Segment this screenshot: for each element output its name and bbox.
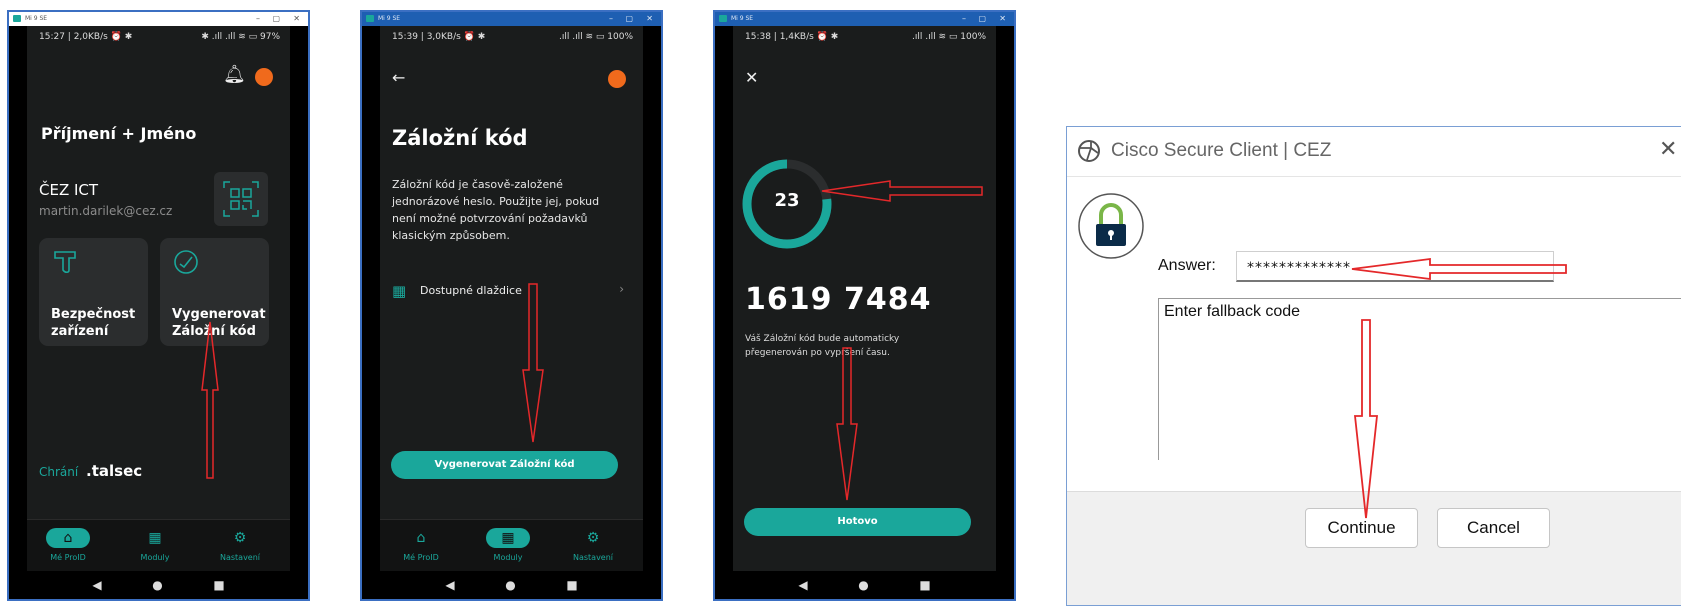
- user-name: Příjmení + Jméno: [41, 124, 197, 143]
- message-box: Enter fallback code: [1158, 298, 1681, 460]
- back-icon[interactable]: ◀: [92, 578, 101, 592]
- status-time: 15:39 | 3,0KB/s ⏰ ✱: [392, 32, 486, 42]
- close-icon[interactable]: ✕: [1659, 137, 1677, 162]
- app-icon: [366, 15, 374, 22]
- modules-icon: ▦: [486, 528, 530, 548]
- phone-screen: 15:38 | 1,4KB/s ⏰ ✱ .ıll .ıll ≋ ▭ 100% ✕…: [733, 26, 996, 599]
- phone-window-1: Mi 9 SE – ▢ ✕ 15:27 | 2,0KB/s ⏰ ✱ ✱ .ıll…: [7, 10, 310, 601]
- window-title: Mi 9 SE: [378, 15, 401, 22]
- cancel-button[interactable]: Cancel: [1437, 508, 1550, 548]
- system-nav: ◀ ● ■: [27, 571, 290, 599]
- nav-settings[interactable]: ⚙ Nastavení: [558, 528, 628, 562]
- org-name: ČEZ ICT: [39, 181, 99, 199]
- regenerate-note: Váš Záložní kód bude automaticky přegene…: [745, 334, 900, 358]
- tile-label: Vygenerovat Záložní kód: [172, 307, 266, 339]
- window-title: Mi 9 SE: [731, 15, 754, 22]
- back-arrow-icon[interactable]: ←: [392, 68, 405, 87]
- window-title: Mi 9 SE: [25, 15, 48, 22]
- home-circle-icon[interactable]: ●: [858, 578, 868, 592]
- qr-icon: [223, 181, 259, 217]
- answer-value: *************: [1247, 260, 1351, 276]
- continue-button[interactable]: Continue: [1305, 508, 1418, 548]
- system-nav: ◀ ● ■: [733, 571, 996, 599]
- protected-by: Chrání .talsec: [39, 462, 143, 480]
- description: Záložní kód je časově-založené jednorázo…: [392, 178, 600, 242]
- fallback-code: 1619 7484: [745, 282, 932, 317]
- done-button[interactable]: Hotovo: [744, 508, 971, 536]
- gear-icon: ⚙: [233, 530, 247, 546]
- phone-screen: 15:27 | 2,0KB/s ⏰ ✱ ✱ .ıll .ıll ≋ ▭ 97% …: [27, 26, 290, 599]
- talsec-logo: .talsec: [86, 462, 143, 480]
- lock-icon: [1078, 193, 1144, 259]
- status-bar: 15:38 | 1,4KB/s ⏰ ✱ .ıll .ıll ≋ ▭ 100%: [745, 32, 986, 42]
- close-button[interactable]: ✕: [646, 12, 653, 26]
- answer-input[interactable]: *************: [1236, 251, 1554, 282]
- shield-t-icon: [54, 251, 76, 274]
- home-circle-icon[interactable]: ●: [152, 578, 162, 592]
- close-button[interactable]: ✕: [999, 12, 1006, 26]
- minimize-button[interactable]: –: [962, 12, 966, 26]
- nav-modules[interactable]: ▦ Moduly: [120, 528, 190, 562]
- status-bar: 15:27 | 2,0KB/s ⏰ ✱ ✱ .ıll .ıll ≋ ▭ 97%: [39, 32, 280, 42]
- bell-icon[interactable]: 🔔︎: [223, 64, 246, 85]
- gear-icon: ⚙: [586, 530, 600, 546]
- phone-window-2: Mi 9 SE – ▢ ✕ 15:39 | 3,0KB/s ⏰ ✱ .ıll .…: [360, 10, 663, 601]
- dialog-titlebar: Cisco Secure Client | CEZ ✕: [1067, 127, 1681, 177]
- qr-button[interactable]: [214, 172, 268, 226]
- tile-label: Bezpečnost zařízení: [51, 307, 136, 339]
- maximize-button[interactable]: ▢: [978, 12, 986, 26]
- page-title: Záložní kód: [392, 126, 528, 150]
- status-bar: 15:39 | 3,0KB/s ⏰ ✱ .ıll .ıll ≋ ▭ 100%: [392, 32, 633, 42]
- cisco-globe-icon: [1078, 140, 1100, 162]
- status-icons: .ıll .ıll ≋ ▭ 100%: [912, 32, 986, 42]
- system-nav: ◀ ● ■: [380, 571, 643, 599]
- countdown-seconds: 23: [774, 190, 800, 211]
- status-icons: ✱ .ıll .ıll ≋ ▭ 97%: [201, 32, 280, 42]
- tile-generate-code[interactable]: Vygenerovat Záložní kód: [160, 238, 269, 346]
- home-icon: ⌂: [46, 528, 90, 548]
- chevron-right-icon: ›: [619, 282, 624, 296]
- nav-settings[interactable]: ⚙ Nastavení: [205, 528, 275, 562]
- bottom-nav: ⌂ Mé ProID ▦ Moduly ⚙ Nastavení: [27, 519, 290, 571]
- close-icon[interactable]: ✕: [745, 68, 758, 87]
- back-icon[interactable]: ◀: [798, 578, 807, 592]
- nav-my-proid[interactable]: ⌂ Mé ProID: [33, 528, 103, 562]
- home-icon: ⌂: [416, 530, 426, 546]
- recents-icon[interactable]: ■: [919, 578, 930, 592]
- tile-device-security[interactable]: Bezpečnost zařízení: [39, 238, 148, 346]
- available-tiles-link[interactable]: ▦ Dostupné dlaždice ›: [392, 281, 624, 301]
- nav-my-proid[interactable]: ⌂ Mé ProID: [386, 528, 456, 562]
- minimize-button[interactable]: –: [609, 12, 613, 26]
- status-time: 15:38 | 1,4KB/s ⏰ ✱: [745, 32, 839, 42]
- message-text: Enter fallback code: [1164, 303, 1301, 320]
- bottom-nav: ⌂ Mé ProID ▦ Moduly ⚙ Nastavení: [380, 519, 643, 571]
- avatar[interactable]: [608, 70, 626, 88]
- minimize-button[interactable]: –: [256, 12, 260, 26]
- maximize-button[interactable]: ▢: [625, 12, 633, 26]
- generate-code-button[interactable]: Vygenerovat Záložní kód: [391, 451, 618, 479]
- app-icon: [719, 15, 727, 22]
- status-time: 15:27 | 2,0KB/s ⏰ ✱: [39, 32, 133, 42]
- dialog-title: Cisco Secure Client | CEZ: [1111, 140, 1332, 161]
- window-titlebar: Mi 9 SE – ▢ ✕: [715, 12, 1014, 26]
- back-icon[interactable]: ◀: [445, 578, 454, 592]
- user-email: martin.darilek@cez.cz: [39, 204, 173, 218]
- answer-label: Answer:: [1158, 257, 1216, 274]
- tiles-icon: ▦: [392, 282, 407, 300]
- compass-icon: [174, 250, 198, 274]
- window-titlebar: Mi 9 SE – ▢ ✕: [362, 12, 661, 26]
- phone-window-3: Mi 9 SE – ▢ ✕ 15:38 | 1,4KB/s ⏰ ✱ .ıll .…: [713, 10, 1016, 601]
- home-circle-icon[interactable]: ●: [505, 578, 515, 592]
- nav-modules[interactable]: ▦ Moduly: [473, 528, 543, 562]
- avatar[interactable]: [255, 68, 273, 86]
- status-icons: .ıll .ıll ≋ ▭ 100%: [559, 32, 633, 42]
- recents-icon[interactable]: ■: [213, 578, 224, 592]
- recents-icon[interactable]: ■: [566, 578, 577, 592]
- modules-icon: ▦: [148, 530, 162, 546]
- window-titlebar: Mi 9 SE – ▢ ✕: [9, 12, 308, 26]
- close-button[interactable]: ✕: [293, 12, 300, 26]
- phone-screen: 15:39 | 3,0KB/s ⏰ ✱ .ıll .ıll ≋ ▭ 100% ←…: [380, 26, 643, 599]
- app-icon: [13, 15, 21, 22]
- maximize-button[interactable]: ▢: [272, 12, 280, 26]
